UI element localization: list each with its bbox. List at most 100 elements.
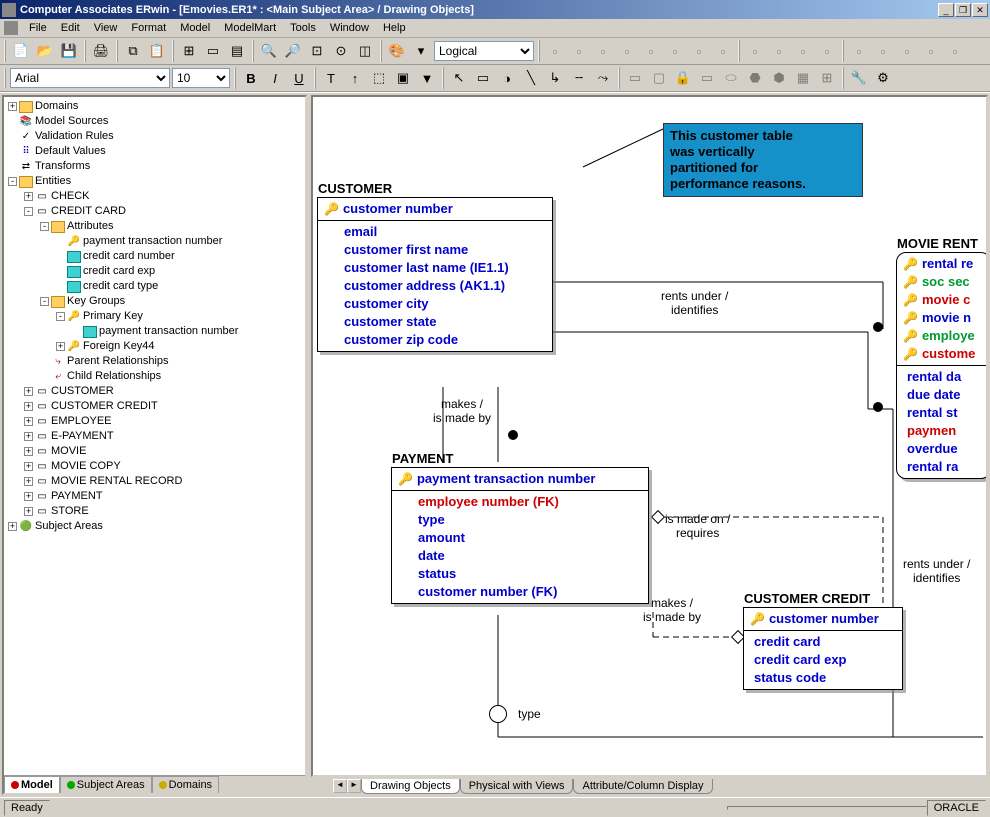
- rel-tool-4[interactable]: ⤳: [592, 67, 614, 89]
- menu-modelmart[interactable]: ModelMart: [217, 20, 283, 36]
- canvas-tab-drawing[interactable]: Drawing Objects: [361, 779, 460, 794]
- tree-movie-copy[interactable]: MOVIE COPY: [51, 459, 121, 474]
- tree-primary-key[interactable]: Primary Key: [83, 309, 143, 324]
- tree-parent-rel[interactable]: Parent Relationships: [67, 354, 169, 369]
- tree-movie[interactable]: MOVIE: [51, 444, 86, 459]
- zoom-in-button[interactable]: 🔎: [282, 40, 304, 62]
- new-button[interactable]: 📄: [10, 40, 32, 62]
- mm-btn-3[interactable]: ▫: [592, 40, 614, 62]
- tree-fk44[interactable]: Foreign Key44: [83, 339, 155, 354]
- side-tab-domains[interactable]: Domains: [152, 776, 219, 793]
- tree-pk-ptn[interactable]: payment transaction number: [99, 324, 238, 339]
- tree-view[interactable]: +Domains 📚Model Sources ✓Validation Rule…: [4, 97, 305, 775]
- copy-button[interactable]: ⧉: [122, 40, 144, 62]
- subtype-tool[interactable]: ◑: [496, 67, 518, 89]
- menu-tools[interactable]: Tools: [283, 20, 323, 36]
- color-drop-button[interactable]: ▾: [410, 40, 432, 62]
- rel-tool-1[interactable]: ╲: [520, 67, 542, 89]
- tree-ccn[interactable]: credit card number: [83, 249, 175, 264]
- tree-movie-rental[interactable]: MOVIE RENTAL RECORD: [51, 474, 182, 489]
- menu-help[interactable]: Help: [376, 20, 413, 36]
- tree-transforms[interactable]: Transforms: [35, 159, 90, 174]
- expand-icon[interactable]: +: [8, 102, 17, 111]
- tab-scroll-left[interactable]: ◄: [333, 779, 347, 793]
- open-button[interactable]: 📂: [34, 40, 56, 62]
- misc-btn-1[interactable]: 🔧: [848, 67, 870, 89]
- menu-edit[interactable]: Edit: [54, 20, 87, 36]
- canvas-tab-physical[interactable]: Physical with Views: [460, 779, 574, 794]
- tree-validation[interactable]: Validation Rules: [35, 129, 114, 144]
- tree-payment[interactable]: PAYMENT: [51, 489, 103, 504]
- menu-format[interactable]: Format: [124, 20, 173, 36]
- underline-button[interactable]: U: [288, 67, 310, 89]
- mm-btn-8[interactable]: ▫: [712, 40, 734, 62]
- menu-model[interactable]: Model: [173, 20, 217, 36]
- tree-ptn[interactable]: payment transaction number: [83, 234, 222, 249]
- font-size-selector[interactable]: 10: [172, 68, 230, 88]
- tree-store[interactable]: STORE: [51, 504, 89, 519]
- close-button[interactable]: ✕: [972, 3, 988, 17]
- text-style-5[interactable]: ▼: [416, 67, 438, 89]
- menu-file[interactable]: File: [22, 20, 54, 36]
- tree-check[interactable]: CHECK: [51, 189, 90, 204]
- entity-movie-rental[interactable]: MOVIE RENT 🔑rental re 🔑soc sec 🔑movie c …: [896, 252, 988, 479]
- zoom-out-button[interactable]: 🔍: [258, 40, 280, 62]
- align-btn-1[interactable]: ▫: [744, 40, 766, 62]
- save-button[interactable]: 💾: [58, 40, 80, 62]
- zoom-fit-button[interactable]: ⊡: [306, 40, 328, 62]
- tree-defaults[interactable]: Default Values: [35, 144, 106, 159]
- shape-btn-7[interactable]: ⬢: [768, 67, 790, 89]
- canvas-tab-attribute[interactable]: Attribute/Column Display: [573, 779, 712, 794]
- tree-cct[interactable]: credit card type: [83, 279, 158, 294]
- text-style-3[interactable]: ⬚: [368, 67, 390, 89]
- entity-tool[interactable]: ▭: [472, 67, 494, 89]
- text-style-4[interactable]: ▣: [392, 67, 414, 89]
- shape-btn-4[interactable]: ▭: [696, 67, 718, 89]
- shape-btn-6[interactable]: ⬣: [744, 67, 766, 89]
- font-selector[interactable]: Arial: [10, 68, 170, 88]
- paste-button[interactable]: 📋: [146, 40, 168, 62]
- entity-customer-credit[interactable]: CUSTOMER CREDIT 🔑customer number credit …: [743, 607, 903, 690]
- dist-btn-1[interactable]: ▫: [848, 40, 870, 62]
- collapse-icon[interactable]: -: [8, 177, 17, 186]
- tree-attributes[interactable]: Attributes: [67, 219, 113, 234]
- mm-btn-6[interactable]: ▫: [664, 40, 686, 62]
- shape-btn-5[interactable]: ⬭: [720, 67, 742, 89]
- menu-view[interactable]: View: [87, 20, 125, 36]
- window-cascade-button[interactable]: ⊞: [178, 40, 200, 62]
- shape-btn-8[interactable]: ▦: [792, 67, 814, 89]
- align-btn-2[interactable]: ▫: [768, 40, 790, 62]
- mm-btn-1[interactable]: ▫: [544, 40, 566, 62]
- tree-subject-areas[interactable]: Subject Areas: [35, 519, 103, 534]
- shape-btn-1[interactable]: ▭: [624, 67, 646, 89]
- tree-model-sources[interactable]: Model Sources: [35, 114, 108, 129]
- tree-customer-credit[interactable]: CUSTOMER CREDIT: [51, 399, 158, 414]
- zoom-100-button[interactable]: ⊙: [330, 40, 352, 62]
- tree-key-groups[interactable]: Key Groups: [67, 294, 125, 309]
- shape-btn-9[interactable]: ⊞: [816, 67, 838, 89]
- print-button[interactable]: 🖨: [90, 40, 112, 62]
- tree-child-rel[interactable]: Child Relationships: [67, 369, 161, 384]
- shape-btn-3[interactable]: 🔒: [672, 67, 694, 89]
- tree-credit-card[interactable]: CREDIT CARD: [51, 204, 126, 219]
- dist-btn-2[interactable]: ▫: [872, 40, 894, 62]
- align-btn-3[interactable]: ▫: [792, 40, 814, 62]
- mm-btn-2[interactable]: ▫: [568, 40, 590, 62]
- misc-btn-2[interactable]: ⚙: [872, 67, 894, 89]
- text-style-2[interactable]: ↑: [344, 67, 366, 89]
- annotation-note[interactable]: This customer tablewas vertically partit…: [663, 123, 863, 197]
- tree-employee[interactable]: EMPLOYEE: [51, 414, 112, 429]
- mm-btn-4[interactable]: ▫: [616, 40, 638, 62]
- tree-cce[interactable]: credit card exp: [83, 264, 155, 279]
- restore-button[interactable]: ❐: [955, 3, 971, 17]
- view-selector[interactable]: Logical: [434, 41, 534, 61]
- side-tab-model[interactable]: Model: [4, 776, 60, 793]
- window-tile-button[interactable]: ▭: [202, 40, 224, 62]
- dist-btn-5[interactable]: ▫: [944, 40, 966, 62]
- tree-epayment[interactable]: E-PAYMENT: [51, 429, 114, 444]
- dist-btn-4[interactable]: ▫: [920, 40, 942, 62]
- tab-scroll-right[interactable]: ►: [347, 779, 361, 793]
- dist-btn-3[interactable]: ▫: [896, 40, 918, 62]
- mm-btn-7[interactable]: ▫: [688, 40, 710, 62]
- pointer-tool[interactable]: ↖: [448, 67, 470, 89]
